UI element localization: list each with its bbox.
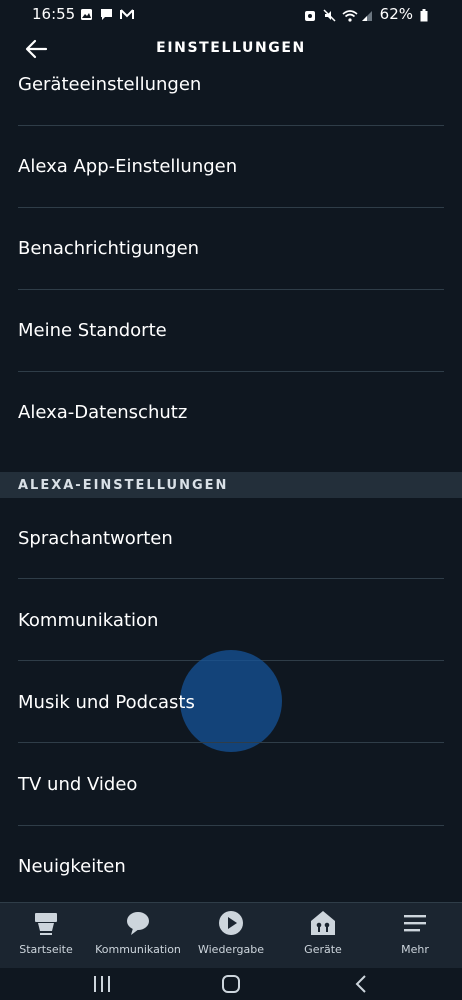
nav-label-devices: Geräte (304, 943, 342, 956)
settings-item-device-settings[interactable]: Geräteeinstellungen (18, 73, 444, 97)
back-system-button[interactable] (352, 974, 372, 998)
mail-notification-icon (120, 6, 134, 19)
status-time: 16:55 (32, 5, 76, 23)
nav-item-more[interactable]: Mehr (371, 909, 459, 956)
notification-icons (80, 6, 134, 20)
section-header-label: ALEXA-EINSTELLUNGEN (18, 478, 229, 493)
nav-item-communication[interactable]: Kommunikation (94, 909, 182, 956)
divider (18, 825, 444, 826)
recent-apps-button[interactable] (92, 974, 112, 998)
list-item-label: Geräteeinstellungen (18, 74, 202, 95)
wifi-icon (342, 8, 358, 22)
settings-item-app-settings[interactable]: Alexa App-Einstellungen (18, 155, 444, 179)
status-bar: 16:55 62% (0, 0, 462, 28)
message-notification-icon (100, 6, 113, 20)
settings-item-tv-video[interactable]: TV und Video (18, 773, 444, 797)
page-title: EINSTELLUNGEN (156, 40, 306, 56)
system-navigation-bar (0, 968, 462, 1000)
divider (18, 578, 444, 579)
home-icon (35, 913, 57, 935)
battery-icon (420, 8, 432, 21)
nav-label-communication: Kommunikation (95, 943, 181, 956)
nav-label-playback: Wiedergabe (197, 943, 264, 956)
list-item-label: Benachrichtigungen (18, 238, 200, 259)
section-header-alexa-settings: ALEXA-EINSTELLUNGEN (0, 472, 462, 498)
home-system-button[interactable] (221, 974, 241, 998)
nav-item-playback[interactable]: Wiedergabe (187, 909, 275, 956)
signal-icon (361, 8, 373, 21)
list-item-label: Musik und Podcasts (18, 692, 195, 713)
chat-bubble-icon (127, 912, 149, 935)
list-item-label: Alexa App-Einstellungen (18, 156, 238, 177)
settings-item-music-podcasts[interactable]: Musik und Podcasts (18, 691, 444, 715)
list-item-label: TV und Video (18, 774, 138, 795)
divider (18, 207, 444, 208)
list-item-label: Meine Standorte (18, 320, 167, 341)
nav-item-devices[interactable]: Geräte (279, 909, 367, 956)
chevron-left-icon (355, 975, 366, 993)
divider (18, 371, 444, 372)
settings-item-voice-responses[interactable]: Sprachantworten (18, 527, 444, 551)
nav-label-home: Startseite (19, 943, 73, 956)
app-header: EINSTELLUNGEN (0, 28, 462, 70)
divider (18, 125, 444, 126)
mute-icon (323, 8, 336, 22)
recent-apps-icon (94, 976, 110, 992)
list-item-label: Kommunikation (18, 610, 159, 631)
play-icon (219, 911, 243, 935)
settings-item-notifications[interactable]: Benachrichtigungen (18, 237, 444, 261)
settings-item-communication[interactable]: Kommunikation (18, 609, 444, 633)
alarm-icon (304, 8, 316, 21)
status-right: 62% (304, 5, 432, 23)
menu-icon (404, 915, 426, 932)
divider (18, 289, 444, 290)
home-circle-icon (222, 975, 240, 993)
list-item-label: Alexa-Datenschutz (18, 402, 188, 423)
divider (18, 742, 444, 743)
bottom-navigation: Startseite Kommunikation Wiedergabe Gerä… (0, 902, 462, 969)
devices-house-icon (311, 911, 335, 935)
image-notification-icon (80, 6, 93, 20)
list-item-label: Sprachantworten (18, 528, 173, 549)
nav-label-more: Mehr (401, 943, 429, 956)
settings-item-news[interactable]: Neuigkeiten (18, 855, 444, 879)
nav-item-home[interactable]: Startseite (2, 909, 90, 956)
list-item-label: Neuigkeiten (18, 856, 126, 877)
battery-level: 62% (379, 5, 413, 23)
settings-item-locations[interactable]: Meine Standorte (18, 319, 444, 343)
settings-item-privacy[interactable]: Alexa-Datenschutz (18, 401, 444, 425)
